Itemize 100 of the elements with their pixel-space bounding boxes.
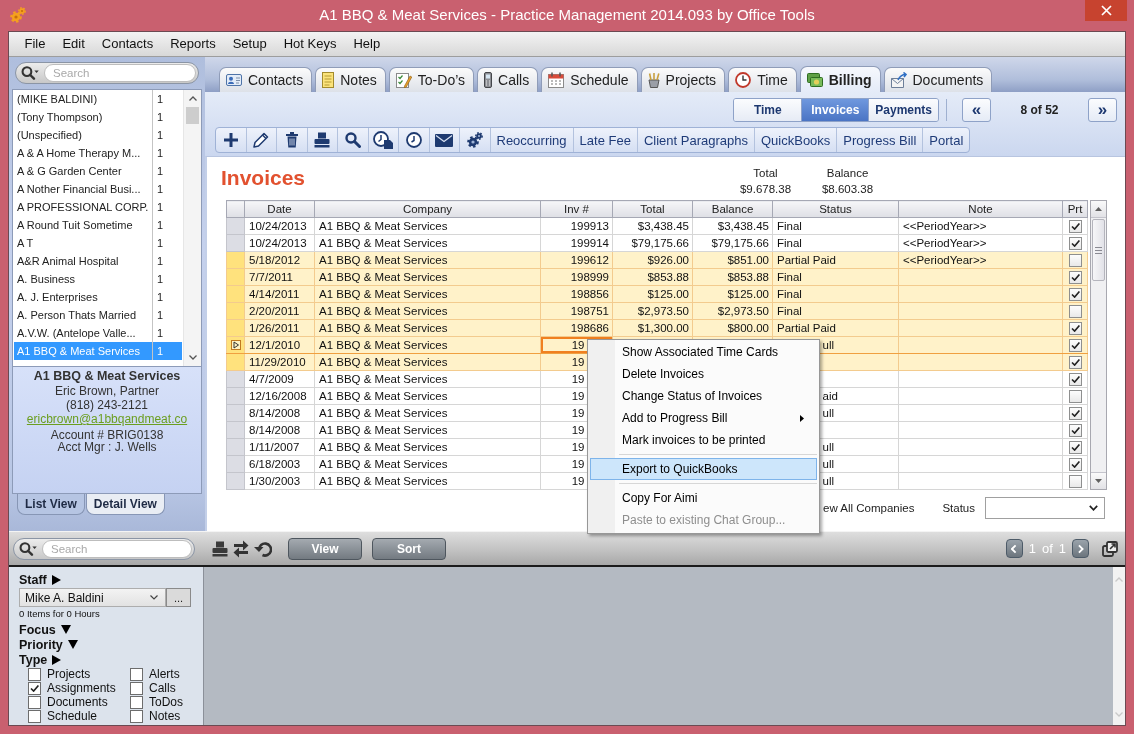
invoice-row[interactable]: 7/7/2011 A1 BBQ & Meat Services 198999 $853.88 $853.88 Final — [226, 268, 1088, 286]
staff-dropdown[interactable]: Mike A. Baldini — [19, 588, 166, 607]
contact-row[interactable]: A. Business 1 — [14, 270, 182, 288]
module-tab[interactable]: To-Do’s — [388, 67, 475, 92]
caret-down-icon[interactable] — [188, 355, 197, 360]
invoice-row[interactable]: 4/14/2011 A1 BBQ & Meat Services 198856 $125.00 $125.00 Final — [226, 285, 1088, 303]
search-icon[interactable] — [344, 132, 361, 148]
triangle-down-icon[interactable] — [60, 625, 71, 634]
toolbar-button[interactable]: Reoccurring — [490, 128, 574, 152]
printer-icon[interactable] — [212, 540, 228, 557]
column-header[interactable]: Date — [244, 200, 315, 218]
print-checkbox[interactable] — [1068, 407, 1082, 421]
toolbar-button[interactable]: Late Fee — [573, 128, 638, 152]
more-button[interactable]: ... — [166, 588, 191, 607]
plus-icon[interactable] — [223, 133, 238, 147]
contact-row[interactable]: A. J. Enterprises 1 — [14, 288, 182, 306]
menu-item[interactable]: Reports — [161, 34, 225, 54]
invoice-row[interactable]: 10/24/2013 A1 BBQ & Meat Services 199914 $79,175.66 $79,175.66 Final <<PeriodYear>> — [226, 234, 1088, 252]
segment-button[interactable]: Invoices — [801, 99, 869, 121]
section-label[interactable]: Priority — [19, 637, 63, 652]
toolbar-button[interactable]: Progress Bill — [837, 128, 924, 152]
module-tab[interactable]: Time — [728, 67, 797, 92]
print-checkbox[interactable] — [1068, 458, 1082, 472]
contact-row[interactable]: (Unspecified) 1 — [14, 126, 182, 144]
contact-row[interactable]: (MIKE BALDINI) 1 — [14, 90, 182, 108]
module-tab[interactable]: Schedule — [541, 67, 638, 92]
pencil-icon[interactable] — [253, 132, 270, 148]
print-checkbox[interactable] — [1068, 254, 1082, 268]
contact-row[interactable]: A. Person Thats Married 1 — [14, 306, 182, 324]
triangle-right-icon[interactable] — [52, 654, 62, 665]
column-header[interactable]: Note — [898, 200, 1063, 218]
invoice-row[interactable]: 2/20/2011 A1 BBQ & Meat Services 198751 $2,973.50 $2,973.50 Final — [226, 302, 1088, 320]
section-label[interactable]: Staff — [19, 572, 47, 587]
menu-item[interactable]: Help — [344, 34, 389, 54]
checkbox[interactable] — [130, 667, 143, 681]
next-page-button[interactable] — [1072, 539, 1089, 558]
print-checkbox[interactable] — [1068, 424, 1082, 438]
trash-icon[interactable] — [285, 132, 298, 148]
column-header[interactable]: Company — [314, 200, 541, 218]
scrollbar[interactable] — [1090, 200, 1107, 490]
printer-icon[interactable] — [314, 132, 331, 148]
print-checkbox[interactable] — [1068, 271, 1082, 285]
section-label[interactable]: Type — [19, 652, 48, 667]
previous-page-button[interactable] — [1005, 539, 1023, 558]
print-checkbox[interactable] — [1068, 441, 1082, 455]
contact-row[interactable]: A PROFESSIONAL CORP. 1 — [14, 198, 182, 216]
invoice-row[interactable]: 10/24/2013 A1 BBQ & Meat Services 199913 $3,438.45 $3,438.45 Final <<PeriodYear>> — [226, 217, 1088, 235]
print-checkbox[interactable] — [1068, 220, 1082, 234]
print-checkbox[interactable] — [1068, 475, 1082, 489]
swap-arrows-icon[interactable] — [233, 539, 249, 558]
checkbox[interactable] — [130, 681, 143, 695]
search-field[interactable]: Search — [13, 537, 195, 560]
column-header[interactable]: Status — [772, 200, 899, 218]
menu-option[interactable]: Export to QuickBooks — [590, 458, 817, 480]
segment-button[interactable]: Time — [734, 99, 802, 121]
gears-icon[interactable] — [466, 132, 483, 148]
column-header[interactable]: Prt — [1062, 200, 1088, 218]
contact-row[interactable]: A & G Garden Center 1 — [14, 162, 182, 180]
triangle-right-icon[interactable] — [51, 574, 61, 585]
checkbox[interactable] — [28, 709, 41, 723]
contact-row[interactable]: A Nother Financial Busi... 1 — [14, 180, 182, 198]
pop-out-icon[interactable] — [1102, 540, 1118, 557]
search-field[interactable]: Search — [15, 62, 199, 84]
print-checkbox[interactable] — [1068, 373, 1082, 387]
scroll-thumb[interactable] — [186, 107, 199, 124]
contact-row[interactable]: A & A Home Therapy M... 1 — [14, 144, 182, 162]
module-tab[interactable]: Contacts — [219, 67, 313, 92]
module-tab[interactable]: Billing — [799, 66, 881, 92]
menu-item[interactable]: File — [16, 34, 54, 54]
checkbox[interactable] — [28, 695, 41, 709]
column-header[interactable]: Balance — [692, 200, 773, 218]
undo-icon[interactable] — [254, 540, 272, 557]
invoice-row[interactable]: 1/26/2011 A1 BBQ & Meat Services 198686 $1,300.00 $800.00 Partial Paid — [226, 319, 1088, 337]
contact-row[interactable]: A T 1 — [14, 234, 182, 252]
scroll-thumb[interactable] — [1092, 219, 1105, 281]
checkbox[interactable] — [130, 695, 143, 709]
menu-option[interactable]: Copy For Aimi — [590, 487, 817, 509]
print-checkbox[interactable] — [1068, 390, 1082, 404]
next-button[interactable]: » — [1088, 98, 1117, 122]
view-tab[interactable]: List View — [17, 494, 85, 515]
module-tab[interactable]: Calls — [477, 67, 539, 92]
print-checkbox[interactable] — [1068, 322, 1082, 336]
contact-row[interactable]: A Round Tuit Sometime 1 — [14, 216, 182, 234]
segment-button[interactable]: Payments — [868, 99, 938, 121]
checkbox[interactable] — [28, 667, 41, 681]
checkbox[interactable] — [130, 709, 143, 723]
section-label[interactable]: Focus — [19, 622, 56, 637]
menu-item[interactable]: Contacts — [93, 34, 162, 54]
column-header[interactable]: Total — [612, 200, 693, 218]
previous-button[interactable]: « — [962, 98, 991, 122]
module-tab[interactable]: Projects — [640, 67, 726, 92]
triangle-down-icon[interactable] — [67, 640, 78, 649]
print-checkbox[interactable] — [1068, 356, 1082, 370]
clock-icon[interactable] — [405, 132, 422, 148]
clock-document-icon[interactable] — [373, 131, 394, 149]
module-tab[interactable]: Documents — [883, 67, 993, 92]
toolbar-button[interactable]: QuickBooks — [755, 128, 838, 152]
toolbar-button[interactable]: Client Paragraphs — [637, 128, 755, 152]
invoice-row[interactable]: 5/18/2012 A1 BBQ & Meat Services 199612 $926.00 $851.00 Partial Paid <<PeriodYear>> — [226, 251, 1088, 269]
envelope-icon[interactable] — [435, 133, 454, 147]
